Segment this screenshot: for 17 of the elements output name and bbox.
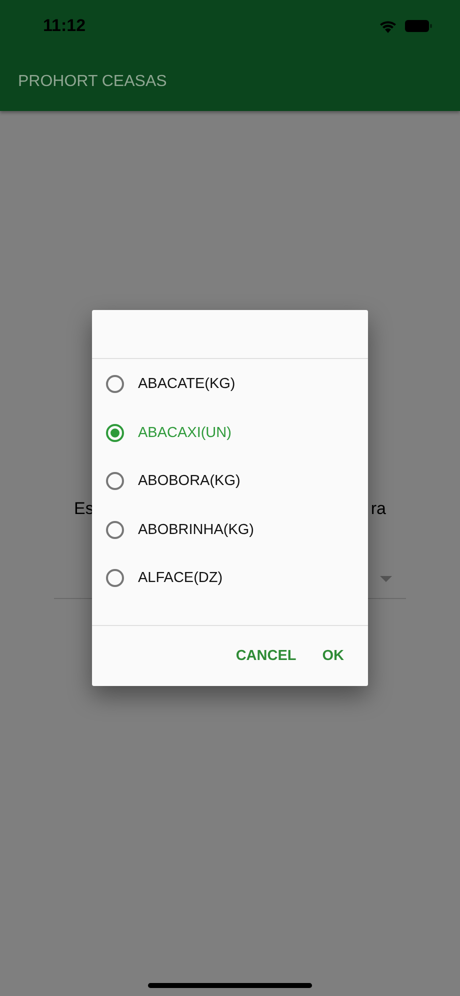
radio-button[interactable] bbox=[105, 471, 125, 492]
dialog-button[interactable]: CANCEL bbox=[226, 640, 306, 672]
dialog-button[interactable]: OK bbox=[312, 640, 354, 672]
status-time: 11:12 bbox=[43, 16, 86, 36]
radio-option[interactable]: ALFACE(DZ) bbox=[92, 554, 368, 602]
radio-option[interactable]: ABOBORA(KG) bbox=[92, 457, 368, 506]
radio-option[interactable]: ABACATE(KG) bbox=[92, 360, 368, 408]
radio-button[interactable] bbox=[105, 374, 125, 394]
wifi-icon bbox=[379, 20, 397, 32]
radio-button[interactable] bbox=[105, 422, 125, 443]
radio-option[interactable]: ABOBRINHA(KG) bbox=[92, 506, 368, 554]
dropdown-arrow-icon bbox=[380, 576, 392, 582]
radio-button[interactable] bbox=[105, 520, 125, 540]
battery-icon bbox=[405, 20, 432, 32]
radio-button[interactable] bbox=[105, 568, 125, 588]
app-title: PROHORT CEASAS bbox=[18, 72, 167, 90]
prompt-text: ra bbox=[370, 499, 386, 519]
